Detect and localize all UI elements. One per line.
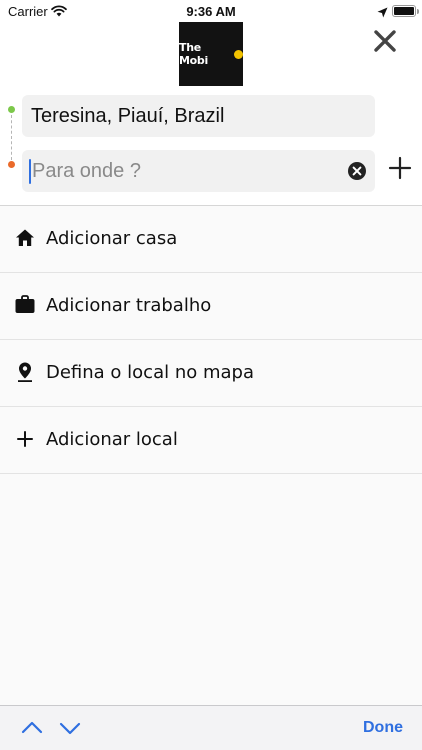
destination-field[interactable] <box>22 150 375 192</box>
status-bar: Carrier 9:36 AM <box>0 0 422 22</box>
list-item-add-work[interactable]: Adicionar trabalho <box>0 273 422 340</box>
battery-icon <box>392 5 419 17</box>
chevron-up-icon <box>21 721 43 734</box>
logo-text: The Mobi <box>179 41 208 67</box>
destination-input[interactable] <box>30 150 340 192</box>
origin-field[interactable]: Teresina, Piauí, Brazil <box>22 95 375 137</box>
origin-marker <box>8 106 15 113</box>
previous-field-button[interactable] <box>20 718 44 738</box>
done-button[interactable]: Done <box>363 719 403 737</box>
location-arrow-icon <box>377 5 388 23</box>
chevron-down-icon <box>59 722 81 735</box>
destination-marker <box>8 161 15 168</box>
map-pin-icon <box>14 361 36 383</box>
list-item-label: Adicionar casa <box>46 228 178 249</box>
list-item-set-on-map[interactable]: Defina o local no mapa <box>0 340 422 407</box>
close-icon <box>374 30 396 52</box>
add-stop-button[interactable] <box>388 156 412 180</box>
plus-icon <box>14 428 36 450</box>
places-list: Adicionar casa Adicionar trabalho Defina… <box>0 206 422 705</box>
plus-icon <box>388 156 412 180</box>
next-field-button[interactable] <box>58 718 82 738</box>
logo-badge-icon <box>234 49 243 59</box>
list-item-add-place[interactable]: Adicionar local <box>0 407 422 474</box>
list-item-label: Defina o local no mapa <box>46 362 254 383</box>
keyboard-toolbar: Done <box>0 705 422 750</box>
list-item-label: Adicionar trabalho <box>46 295 212 316</box>
clock: 9:36 AM <box>186 4 236 19</box>
route-connector-line <box>11 115 12 160</box>
home-icon <box>14 227 36 249</box>
briefcase-icon <box>14 294 36 316</box>
close-button[interactable] <box>370 26 400 56</box>
clear-destination-button[interactable] <box>347 161 367 181</box>
list-item-add-home[interactable]: Adicionar casa <box>0 206 422 273</box>
app-logo: The Mobi <box>179 22 243 86</box>
clear-icon <box>348 162 366 180</box>
list-item-label: Adicionar local <box>46 429 178 450</box>
origin-value: Teresina, Piauí, Brazil <box>31 105 225 127</box>
text-cursor <box>29 159 31 184</box>
battery-fill <box>394 7 414 15</box>
